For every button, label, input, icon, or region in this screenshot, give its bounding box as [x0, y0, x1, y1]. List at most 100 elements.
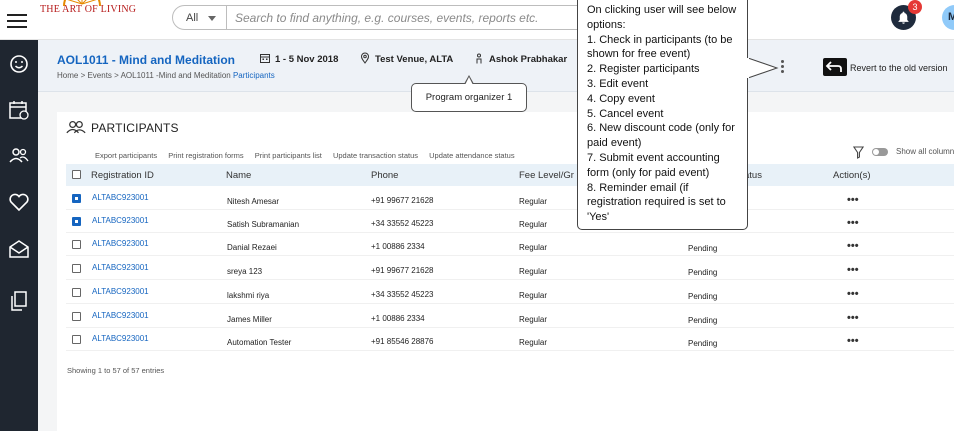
registration-id-link[interactable]: ALTABC923001: [92, 287, 149, 296]
print-registration-forms-link[interactable]: Print registration forms: [168, 151, 243, 160]
table-row: ALTABC923001 Satish Subramanian +34 33552 …: [66, 210, 954, 233]
bell-icon: [898, 11, 909, 24]
participant-phone: +1 00886 2334: [371, 242, 425, 251]
organizer-tooltip: Program organizer 1: [411, 75, 527, 112]
location-pin-icon: [360, 52, 370, 64]
row-actions-menu-icon[interactable]: •••: [847, 312, 859, 324]
note-item: 4. Copy event: [587, 92, 655, 105]
status-text: Pending: [688, 316, 718, 325]
participant-name: lakshmi riya: [227, 291, 270, 300]
export-participants-link[interactable]: Export participants: [95, 151, 157, 160]
registration-id-link[interactable]: ALTABC923001: [92, 334, 149, 343]
registration-id-link[interactable]: ALTABC923001: [92, 263, 149, 272]
row-actions-menu-icon[interactable]: •••: [847, 240, 859, 252]
registration-id-link[interactable]: ALTABC923001: [92, 193, 149, 202]
show-all-columns-label: Show all columns: [896, 147, 954, 156]
fee-level: Regular: [519, 338, 548, 347]
table-row: ALTABC923001 sreya 123 +91 99677 21628 Regu…: [66, 257, 954, 280]
note-item: 3. Edit event: [587, 77, 649, 90]
user-avatar[interactable]: M: [942, 5, 954, 30]
event-organizer[interactable]: Ashok Prabhakar: [473, 53, 567, 65]
col-fee-level[interactable]: Fee Level/Gr: [519, 170, 574, 181]
participant-name: Automation Tester: [227, 338, 292, 347]
global-search: All: [172, 5, 592, 30]
registration-id-link[interactable]: ALTABC923001: [92, 239, 149, 248]
note-item: 2. Register participants: [587, 63, 700, 76]
participant-name: sreya 123: [227, 267, 263, 276]
caret-down-icon: [208, 16, 216, 21]
row-checkbox[interactable]: [72, 264, 81, 273]
participant-phone: +91 99677 21628: [371, 196, 434, 205]
sidebar: [0, 40, 38, 431]
participant-phone: +91 99677 21628: [371, 266, 434, 275]
participant-phone: +91 85546 28876: [371, 337, 434, 346]
fee-level: Regular: [519, 220, 548, 229]
fee-level: Regular: [519, 243, 548, 252]
filter-icon[interactable]: [853, 146, 864, 159]
registration-id-link[interactable]: ALTABC923001: [92, 216, 149, 225]
calendar-icon: [260, 54, 270, 63]
status-text: Pending: [688, 292, 718, 301]
breadcrumb: Home > Events > AOL1011 -Mind and Medita…: [57, 71, 275, 80]
registration-id-link[interactable]: ALTABC923001: [92, 311, 149, 320]
people-icon[interactable]: [7, 143, 31, 167]
search-scope-label: All: [186, 12, 199, 24]
row-actions-menu-icon[interactable]: •••: [847, 288, 859, 300]
revert-button[interactable]: [823, 58, 847, 76]
table-row: ALTABC923001 Danial Rezaei +1 00886 2334 Re…: [66, 233, 954, 256]
update-attendance-status-link[interactable]: Update attendance status: [429, 151, 514, 160]
revert-label[interactable]: Revert to the old version: [850, 63, 948, 73]
event-options-kebab-icon[interactable]: [781, 60, 787, 76]
fee-level: Regular: [519, 315, 548, 324]
search-scope-select[interactable]: All: [173, 6, 227, 29]
options-note: On clicking user will see below options:…: [577, 0, 748, 230]
row-checkbox[interactable]: [72, 312, 81, 321]
update-transaction-status-link[interactable]: Update transaction status: [333, 151, 418, 160]
show-all-columns-toggle[interactable]: [872, 148, 888, 156]
participant-name: Satish Subramanian: [227, 220, 300, 229]
note-intro: On clicking user will see below options:: [587, 4, 737, 31]
participant-phone: +34 33552 45223: [371, 290, 434, 299]
participant-name: Nitesh Amesar: [227, 197, 280, 206]
top-bar: THE ART OF LIVING All 3 M: [0, 0, 954, 40]
documents-icon[interactable]: [7, 289, 31, 313]
row-checkbox[interactable]: [72, 217, 81, 226]
row-actions-menu-icon[interactable]: •••: [847, 217, 859, 229]
col-registration-id[interactable]: Registration ID: [91, 170, 154, 181]
hamburger-menu-icon[interactable]: [7, 14, 27, 28]
table-row: ALTABC923001 Nitesh Amesar +91 99677 21628…: [66, 187, 954, 210]
breadcrumb-path[interactable]: Home > Events > AOL1011 -Mind and Medita…: [57, 71, 231, 80]
select-all-checkbox[interactable]: [72, 170, 81, 179]
table-row: ALTABC923001 lakshmi riya +34 33552 45223 R…: [66, 281, 954, 304]
row-actions-menu-icon[interactable]: •••: [847, 264, 859, 276]
row-checkbox[interactable]: [72, 288, 81, 297]
table-header: Registration ID Name Phone Fee Level/Gr …: [66, 164, 954, 186]
fee-level: Regular: [519, 291, 548, 300]
notification-count-badge: 3: [908, 0, 922, 14]
pagination-info: Showing 1 to 57 of 57 entries: [67, 366, 165, 375]
row-actions-menu-icon[interactable]: •••: [847, 335, 859, 347]
participants-icon: [66, 120, 86, 134]
col-name[interactable]: Name: [226, 170, 251, 181]
heart-icon[interactable]: [7, 190, 31, 214]
status-text: Pending: [688, 268, 718, 277]
smiley-icon[interactable]: [7, 52, 31, 76]
col-phone[interactable]: Phone: [371, 170, 398, 181]
row-checkbox[interactable]: [72, 194, 81, 203]
participant-phone: +34 33552 45223: [371, 219, 434, 228]
brand-logo[interactable]: THE ART OF LIVING: [40, 4, 136, 15]
fee-level: Regular: [519, 197, 548, 206]
row-checkbox[interactable]: [72, 335, 81, 344]
row-checkbox[interactable]: [72, 240, 81, 249]
participant-phone: +1 00886 2334: [371, 314, 425, 323]
row-actions-menu-icon[interactable]: •••: [847, 194, 859, 206]
envelope-icon[interactable]: [7, 237, 31, 261]
calendar-icon[interactable]: [7, 98, 31, 122]
organizer-icon: [476, 53, 482, 64]
search-input[interactable]: [235, 8, 585, 27]
table-row: ALTABC923001 James Miller +1 00886 2334 Reg…: [66, 305, 954, 328]
note-item: 8. Reminder email (if registration requi…: [587, 181, 726, 224]
participants-heading: PARTICIPANTS: [66, 120, 179, 135]
note-item: 5. Cancel event: [587, 107, 664, 120]
print-participants-list-link[interactable]: Print participants list: [255, 151, 322, 160]
